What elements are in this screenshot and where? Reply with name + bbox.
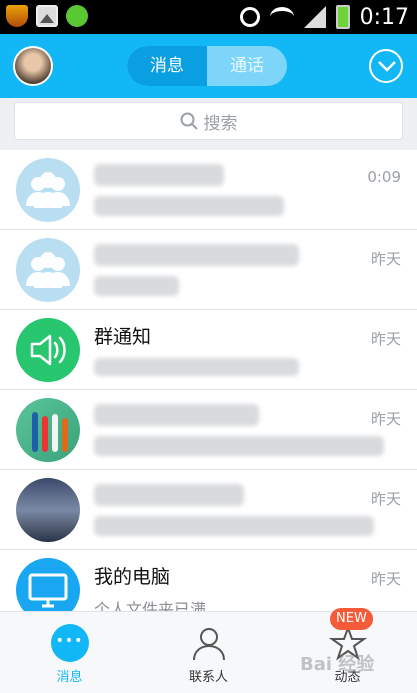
conversation-time: 昨天	[370, 410, 401, 428]
conversation-item[interactable]: 昨天	[0, 470, 417, 550]
search-input[interactable]: 搜索	[14, 102, 403, 140]
speaker-icon	[16, 318, 80, 382]
search-icon	[180, 112, 198, 130]
chevron-down-icon	[378, 61, 396, 72]
conversation-time: 0:09	[367, 168, 401, 186]
toothbrush-photo	[16, 398, 80, 462]
system-icons: 0:17	[239, 0, 409, 34]
status-bar: 0:17	[0, 0, 417, 34]
clock: 0:17	[359, 4, 409, 30]
shield-icon	[6, 5, 28, 27]
notification-icons	[6, 5, 88, 27]
group-avatar	[16, 158, 80, 222]
new-badge: NEW	[330, 608, 373, 630]
conversation-title: 我的电脑	[94, 566, 171, 588]
search-area: 搜索	[0, 98, 417, 150]
tab-messages[interactable]: 消息	[127, 46, 207, 86]
conversation-time: 昨天	[370, 570, 401, 588]
conversation-time: 昨天	[370, 250, 401, 268]
wechat-icon	[66, 5, 88, 27]
user-avatar[interactable]	[13, 46, 53, 86]
conversation-list: 0:09 昨天 群通知 昨天 昨天 昨天 我的电脑 个人文件夹已满 昨天	[0, 150, 417, 630]
bottom-tab-bar: 消息 联系人 动态 NEW Bai 经验	[0, 608, 417, 693]
tab-calls[interactable]: 通话	[207, 46, 287, 86]
conversation-time: 昨天	[370, 490, 401, 508]
app-header: 消息 通话	[0, 34, 417, 98]
conversation-title: 群通知	[94, 326, 152, 348]
tab-contacts[interactable]: 联系人	[139, 612, 278, 693]
conversation-item[interactable]: 昨天	[0, 390, 417, 470]
chat-bubble-icon	[50, 624, 89, 662]
city-photo	[16, 478, 80, 542]
message-call-switch: 消息 通话	[127, 46, 287, 86]
contacts-icon	[192, 628, 225, 661]
image-icon	[36, 5, 58, 27]
battery-icon	[335, 5, 350, 29]
conversation-item[interactable]: 0:09	[0, 150, 417, 230]
tab-label: 联系人	[188, 670, 228, 685]
signal-icon	[303, 6, 326, 28]
group-avatar	[16, 238, 80, 302]
tab-messages-bottom[interactable]: 消息	[0, 612, 139, 693]
watermark: Bai 经验	[300, 654, 375, 675]
wifi-icon	[269, 7, 294, 27]
alarm-icon	[239, 7, 260, 27]
search-placeholder: 搜索	[203, 113, 238, 134]
conversation-item[interactable]: 群通知 昨天	[0, 310, 417, 390]
tab-label: 消息	[56, 670, 83, 685]
more-button[interactable]	[369, 49, 403, 83]
conversation-item[interactable]: 昨天	[0, 230, 417, 310]
conversation-time: 昨天	[370, 330, 401, 348]
